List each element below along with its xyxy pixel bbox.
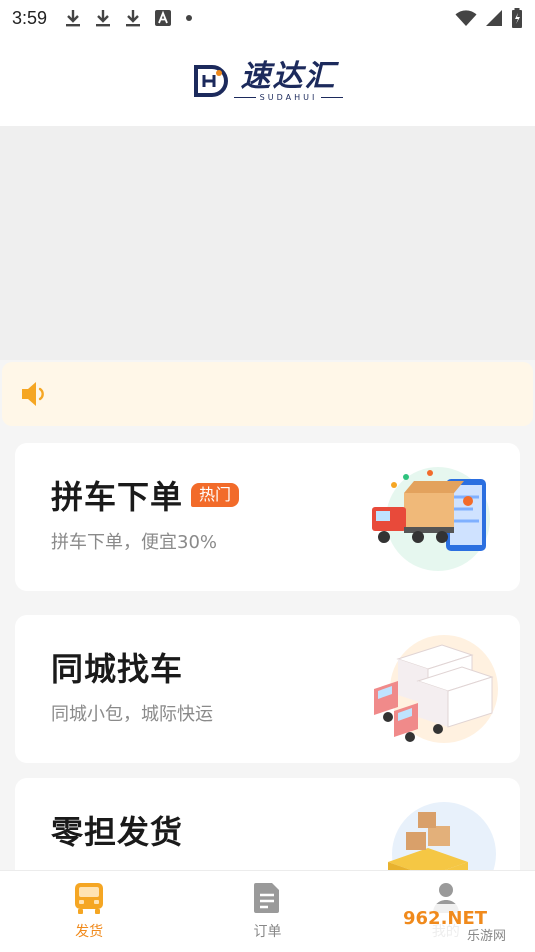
card-title: 零担发货 (51, 813, 184, 851)
battery-icon (512, 8, 522, 28)
banner-carousel[interactable] (0, 126, 535, 360)
download-icon (66, 10, 81, 27)
speaker-icon (22, 382, 44, 406)
a-square-icon (155, 10, 172, 26)
wifi-icon (455, 10, 477, 26)
logo-subtext: SUDAHUI (234, 93, 344, 102)
two-trucks-illustration (374, 635, 498, 743)
download-icon (126, 10, 141, 27)
watermark-text: 962.NET (403, 908, 488, 929)
status-bar: 3:59 (0, 0, 535, 36)
tab-ship[interactable]: 发货 (0, 871, 178, 952)
app-header: 速达汇 SUDAHUI (0, 36, 535, 126)
tab-orders[interactable]: 订单 (178, 871, 356, 952)
document-icon (254, 883, 280, 913)
status-time: 3:59 (12, 7, 48, 28)
card-subtitle: 同城小包，城际快运 (51, 704, 213, 725)
card-subtitle: 拼车下单，便宜30% (51, 532, 218, 553)
download-icon (96, 10, 111, 27)
dot-icon (186, 15, 193, 21)
hot-badge: 热门 (191, 483, 240, 507)
card-title: 拼车下单 热门 (51, 477, 240, 517)
card-city-find-truck[interactable]: 同城找车 同城小包，城际快运 (15, 615, 520, 763)
notice-bar[interactable] (2, 362, 533, 426)
tab-label: 发货 (75, 924, 104, 940)
site-watermark: 962.NET 乐游网 (397, 904, 527, 944)
notification-icons (65, 9, 193, 27)
truck-icon (75, 883, 104, 914)
card-title-text: 拼车下单 (51, 478, 184, 516)
app-logo: 速达汇 SUDAHUI (192, 58, 344, 102)
truck-map-illustration (372, 467, 490, 571)
logo-mark-icon (193, 65, 228, 97)
logo-text: 速达汇 (240, 58, 337, 94)
card-carpool-order[interactable]: 拼车下单 热门 拼车下单，便宜30% (15, 443, 520, 591)
tab-label: 订单 (253, 924, 282, 940)
signal-icon (486, 10, 502, 26)
watermark-sub: 乐游网 (467, 929, 506, 944)
card-title: 同城找车 (51, 650, 184, 688)
system-icons (455, 8, 523, 28)
